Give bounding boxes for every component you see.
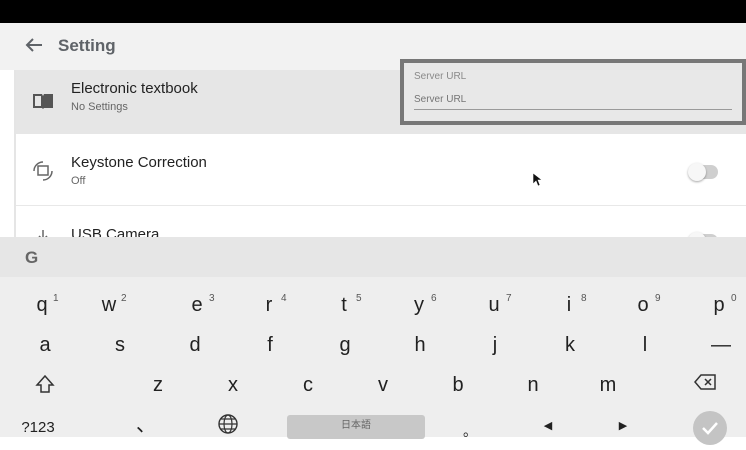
key-b[interactable]: b xyxy=(433,373,483,397)
back-arrow-icon[interactable] xyxy=(22,33,46,57)
cursor-right-icon[interactable]: ▶ xyxy=(598,414,648,438)
backspace-key-icon[interactable] xyxy=(680,373,730,397)
symbols-key[interactable]: ?123 xyxy=(8,416,68,440)
key-l[interactable]: l xyxy=(620,333,670,357)
key-r[interactable]: r4 xyxy=(244,293,294,317)
key-g[interactable]: g xyxy=(320,333,370,357)
setting-subtitle: Off xyxy=(71,175,86,187)
key-s[interactable]: s xyxy=(95,333,145,357)
setting-subtitle: No Settings xyxy=(71,101,128,113)
checkmark-icon xyxy=(702,422,718,435)
key-period[interactable]: 。 xyxy=(445,419,495,443)
setting-usb-camera[interactable]: USB Camera xyxy=(16,206,746,237)
page-title: Setting xyxy=(58,36,116,55)
key-f[interactable]: f xyxy=(245,333,295,357)
enter-key[interactable] xyxy=(693,411,727,445)
book-icon xyxy=(30,88,56,114)
keystone-toggle[interactable] xyxy=(688,163,718,181)
key-a[interactable]: a xyxy=(20,333,70,357)
key-d[interactable]: d xyxy=(170,333,220,357)
soft-keyboard: G q1 w2 e3 r4 t5 y6 u7 i8 o9 p0 a s d f … xyxy=(0,237,746,445)
suggestion-strip: G xyxy=(0,237,746,277)
server-url-input[interactable] xyxy=(414,89,732,110)
key-z[interactable]: z xyxy=(133,373,183,397)
key-k[interactable]: k xyxy=(545,333,595,357)
setting-title: Electronic textbook xyxy=(71,80,198,97)
mouse-pointer-icon xyxy=(532,172,543,187)
key-o[interactable]: o9 xyxy=(618,293,668,317)
key-q[interactable]: q1 xyxy=(17,293,67,317)
key-p[interactable]: p0 xyxy=(694,293,744,317)
key-n[interactable]: n xyxy=(508,373,558,397)
cursor-left-icon[interactable]: ◀ xyxy=(523,414,573,438)
key-dash[interactable]: — xyxy=(696,333,746,357)
server-url-label: Server URL xyxy=(414,71,467,82)
status-bar xyxy=(0,0,746,23)
usb-icon xyxy=(30,226,56,237)
key-comma[interactable]: 、 xyxy=(121,413,171,437)
key-w[interactable]: w2 xyxy=(84,293,134,317)
setting-keystone-correction[interactable]: Keystone Correction Off xyxy=(16,134,746,206)
key-e[interactable]: e3 xyxy=(172,293,222,317)
server-url-dialog: Server URL xyxy=(400,59,746,125)
key-j[interactable]: j xyxy=(470,333,520,357)
setting-title: USB Camera xyxy=(71,226,160,237)
keystone-rotate-icon xyxy=(30,158,56,184)
key-h[interactable]: h xyxy=(395,333,445,357)
key-y[interactable]: y6 xyxy=(394,293,444,317)
google-g-icon[interactable]: G xyxy=(25,248,38,268)
shift-key-icon[interactable] xyxy=(20,373,70,401)
key-t[interactable]: t5 xyxy=(319,293,369,317)
key-u[interactable]: u7 xyxy=(469,293,519,317)
key-c[interactable]: c xyxy=(283,373,333,397)
key-m[interactable]: m xyxy=(583,373,633,397)
key-i[interactable]: i8 xyxy=(544,293,594,317)
space-bar[interactable]: 日本語 xyxy=(287,415,425,439)
setting-title: Keystone Correction xyxy=(71,154,207,171)
key-v[interactable]: v xyxy=(358,373,408,397)
toggle-knob xyxy=(688,163,706,181)
key-x[interactable]: x xyxy=(208,373,258,397)
